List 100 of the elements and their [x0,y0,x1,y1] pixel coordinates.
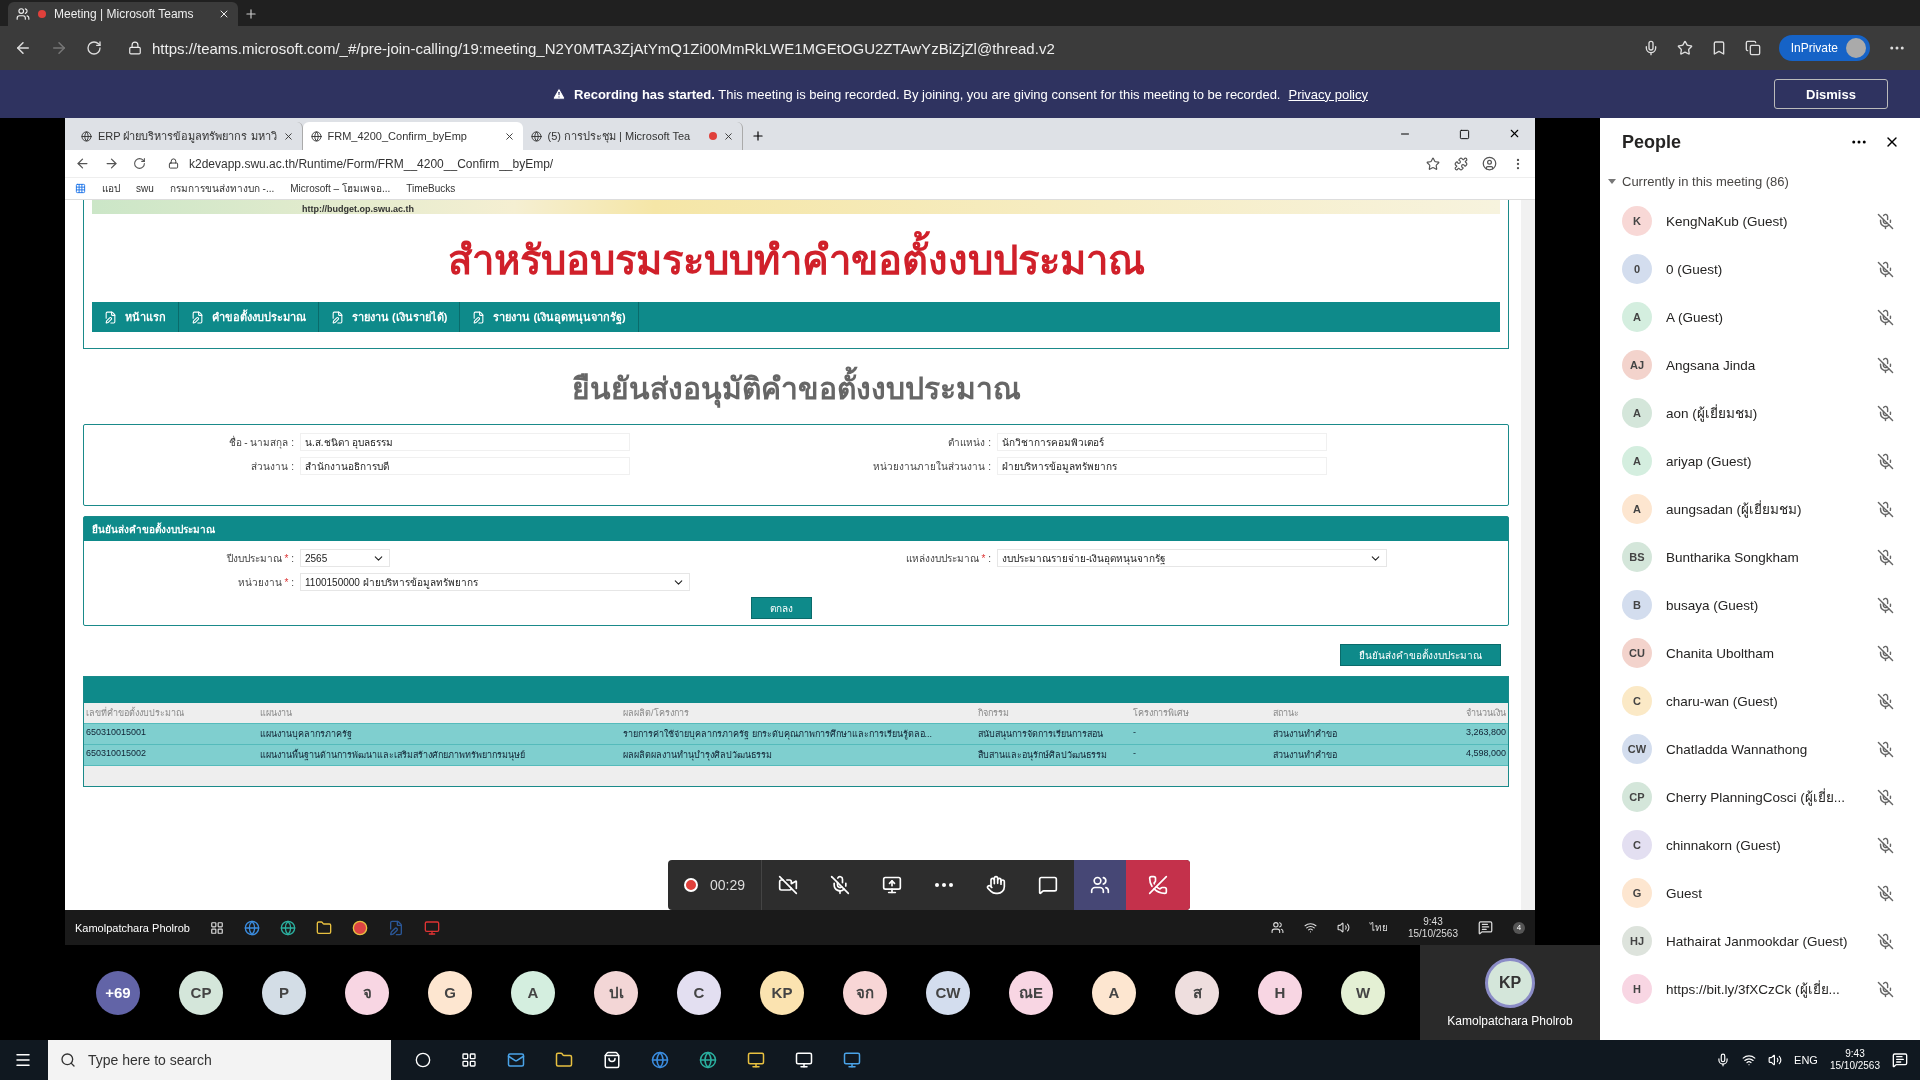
person-name[interactable]: busaya (Guest) [1666,597,1863,613]
person-name[interactable]: Chatladda Wannathong [1666,741,1863,757]
participant-avatar[interactable]: CW [926,970,970,1015]
participant-avatar[interactable]: +69 [96,970,140,1015]
mic-off-icon[interactable] [1877,788,1894,806]
browser-icon[interactable] [651,1051,669,1069]
task-view-icon[interactable] [209,920,224,935]
favorite-icon[interactable] [1676,40,1693,56]
scrollbar[interactable] [1521,200,1535,910]
ok-button[interactable]: ตกลง [750,597,812,619]
person-name[interactable]: charu-wan (Guest) [1666,693,1863,709]
mic-icon[interactable] [1716,1053,1731,1067]
search-field[interactable]: Type here to search [48,1040,391,1080]
person-name[interactable]: Guest [1666,885,1863,901]
forward-icon[interactable] [104,156,119,171]
participant-avatar[interactable]: KP [760,970,804,1015]
participant-avatar[interactable]: C [677,970,721,1015]
maximize-icon[interactable] [1459,129,1470,140]
mic-off-icon[interactable] [1877,356,1894,374]
dismiss-button[interactable]: Dismiss [1774,79,1888,109]
person-name[interactable]: https://bit.ly/3fXCzCk (ผู้เยี่ย... [1666,978,1863,1000]
mic-off-icon[interactable] [1877,212,1894,230]
table-row[interactable]: 650310015002 แผนงานพื้นฐานด้านการพัฒนาและเสริมสร้างศักยภาพทรัพยากรมนุษย์ ผลผลิตผลงานทำนุบำรุงศิลปวัฒนธรรม สืบสานและอนุรักษ์ศิลปวัฒนธรรม - ส่วนงานทำคำขอ 4,598,000 [84,745,1508,766]
person-name[interactable]: aon (ผู้เยี่ยมชม) [1666,402,1863,424]
bookmark[interactable]: แอป [102,181,120,196]
close-icon[interactable] [1508,127,1521,140]
section-header[interactable]: Currently in this meeting (86) [1600,166,1920,197]
browser-tab[interactable]: ERP ฝ่ายบริหารข้อมูลทรัพยากร มหาวิ [73,122,303,150]
participant-avatar[interactable]: A [511,970,555,1015]
collections-icon[interactable] [1744,40,1761,56]
nav-link[interactable]: รายงาน (เงินอุดหนุนจากรัฐ) [460,302,639,332]
select-field[interactable]: 1100150000 ฝ่ายบริหารข้อมูลทรัพยากร [300,573,690,591]
table-row[interactable]: 650310015001 แผนงานบุคลากรภาครัฐ รายการค่าใช้จ่ายบุคลากรภาครัฐ ยกระดับคุณภาพการศึกษาและการเรียนรู้ตลอ... สนับสนุนการจัดการเรียนการสอน - ส่วนงานทำคำขอ 3,263,800 [84,724,1508,745]
back-icon[interactable] [14,39,32,57]
close-icon[interactable] [218,8,230,20]
bookmark[interactable]: Microsoft – โฮมเพจอ... [290,181,391,196]
notifications-icon[interactable] [1478,920,1493,935]
nav-link[interactable]: รายงาน (เงินรายได้) [319,302,461,332]
nav-link[interactable]: คำขอตั้งงบประมาณ [179,302,319,332]
extensions-icon[interactable] [1454,156,1468,171]
hangup-button[interactable] [1126,860,1191,910]
participant-avatar[interactable]: P [262,970,306,1015]
mic-off-icon[interactable] [1877,596,1894,614]
bookmark-icon[interactable] [1426,156,1440,171]
new-tab-icon[interactable] [750,129,765,143]
participant-avatar[interactable]: A [1092,970,1136,1015]
folder-icon[interactable] [555,1051,573,1069]
participant-avatar[interactable]: G [428,970,472,1015]
participant-avatar[interactable]: จ [345,970,389,1015]
person-name[interactable]: chinnakorn (Guest) [1666,837,1863,853]
person-name[interactable]: A (Guest) [1666,309,1863,325]
bookmark[interactable]: TimeBucks [406,183,456,194]
person-name[interactable]: Chanita Uboltham [1666,645,1863,661]
close-icon[interactable] [503,130,515,142]
participant-avatar[interactable]: ณE [1009,970,1053,1015]
mic-off-icon[interactable] [1877,692,1894,710]
people-icon[interactable] [1270,921,1284,934]
language-indicator[interactable]: ไทย [1369,920,1388,935]
mic-off-icon[interactable] [1877,308,1894,326]
volume-icon[interactable] [1336,921,1350,934]
person-name[interactable]: Angsana Jinda [1666,357,1863,373]
new-tab-icon[interactable] [244,7,258,21]
nav-link[interactable]: หน้าแรก [92,302,179,332]
mic-off-icon[interactable] [1877,980,1894,998]
app-icon[interactable] [795,1051,813,1069]
participant-avatar[interactable]: H [1258,970,1302,1015]
mail-icon[interactable] [507,1051,525,1069]
close-icon[interactable] [722,130,734,142]
apps-icon[interactable] [75,183,86,194]
person-name[interactable]: Buntharika Songkham [1666,549,1863,565]
person-name[interactable]: Hathairat Janmookdar (Guest) [1666,933,1863,949]
person-name[interactable]: ariyap (Guest) [1666,453,1863,469]
app-icon[interactable] [747,1051,765,1069]
person-name[interactable]: Cherry PlanningCosci (ผู้เยี่ย... [1666,786,1863,808]
participant-avatar[interactable]: จก [843,970,887,1015]
network-icon[interactable] [1303,921,1317,934]
select-field[interactable]: 2565 [300,549,390,567]
mic-off-icon[interactable] [1877,932,1894,950]
people-button[interactable] [1074,860,1127,910]
mic-off-icon[interactable] [1877,644,1894,662]
store-icon[interactable] [603,1051,621,1069]
privacy-policy-link[interactable]: Privacy policy [1288,86,1368,102]
refresh-icon[interactable] [133,157,146,170]
mic-off-icon[interactable] [1877,836,1894,854]
browser-icon[interactable] [243,919,260,936]
cortana-icon[interactable] [415,1052,431,1068]
inprivate-button[interactable]: InPrivate [1778,35,1870,61]
browser-tab[interactable]: (5) การประชุม | Microsoft Tea [522,122,743,150]
app-icon[interactable] [843,1051,861,1069]
volume-icon[interactable] [1768,1053,1783,1067]
confirm-button[interactable]: ยืนยันส่งคำขอตั้งงบประมาณ [1340,644,1501,666]
close-icon[interactable] [282,130,294,142]
participant-avatar[interactable]: ส [1175,970,1219,1015]
select-field[interactable]: งบประมาณรายจ่าย-เงินอุดหนุนจากรัฐ [997,549,1387,567]
address-bar[interactable]: k2devapp.swu.ac.th/Runtime/Form/FRM__4200__Confirm__byEmp/ [160,152,1412,175]
person-name[interactable]: aungsadan (ผู้เยี่ยมชม) [1666,498,1863,520]
language-indicator[interactable]: ENG [1794,1054,1818,1066]
address-bar[interactable]: https://teams.microsoft.com/_#/pre-join-calling/19:meeting_N2Y0MTA3ZjAtYmQ1Zi00MmRkLWE1MGEtOGU2ZTAwYzBiZjZl@thread.v2 [120,33,1625,63]
task-view-icon[interactable] [461,1052,477,1068]
mic-off-icon[interactable] [1877,548,1894,566]
